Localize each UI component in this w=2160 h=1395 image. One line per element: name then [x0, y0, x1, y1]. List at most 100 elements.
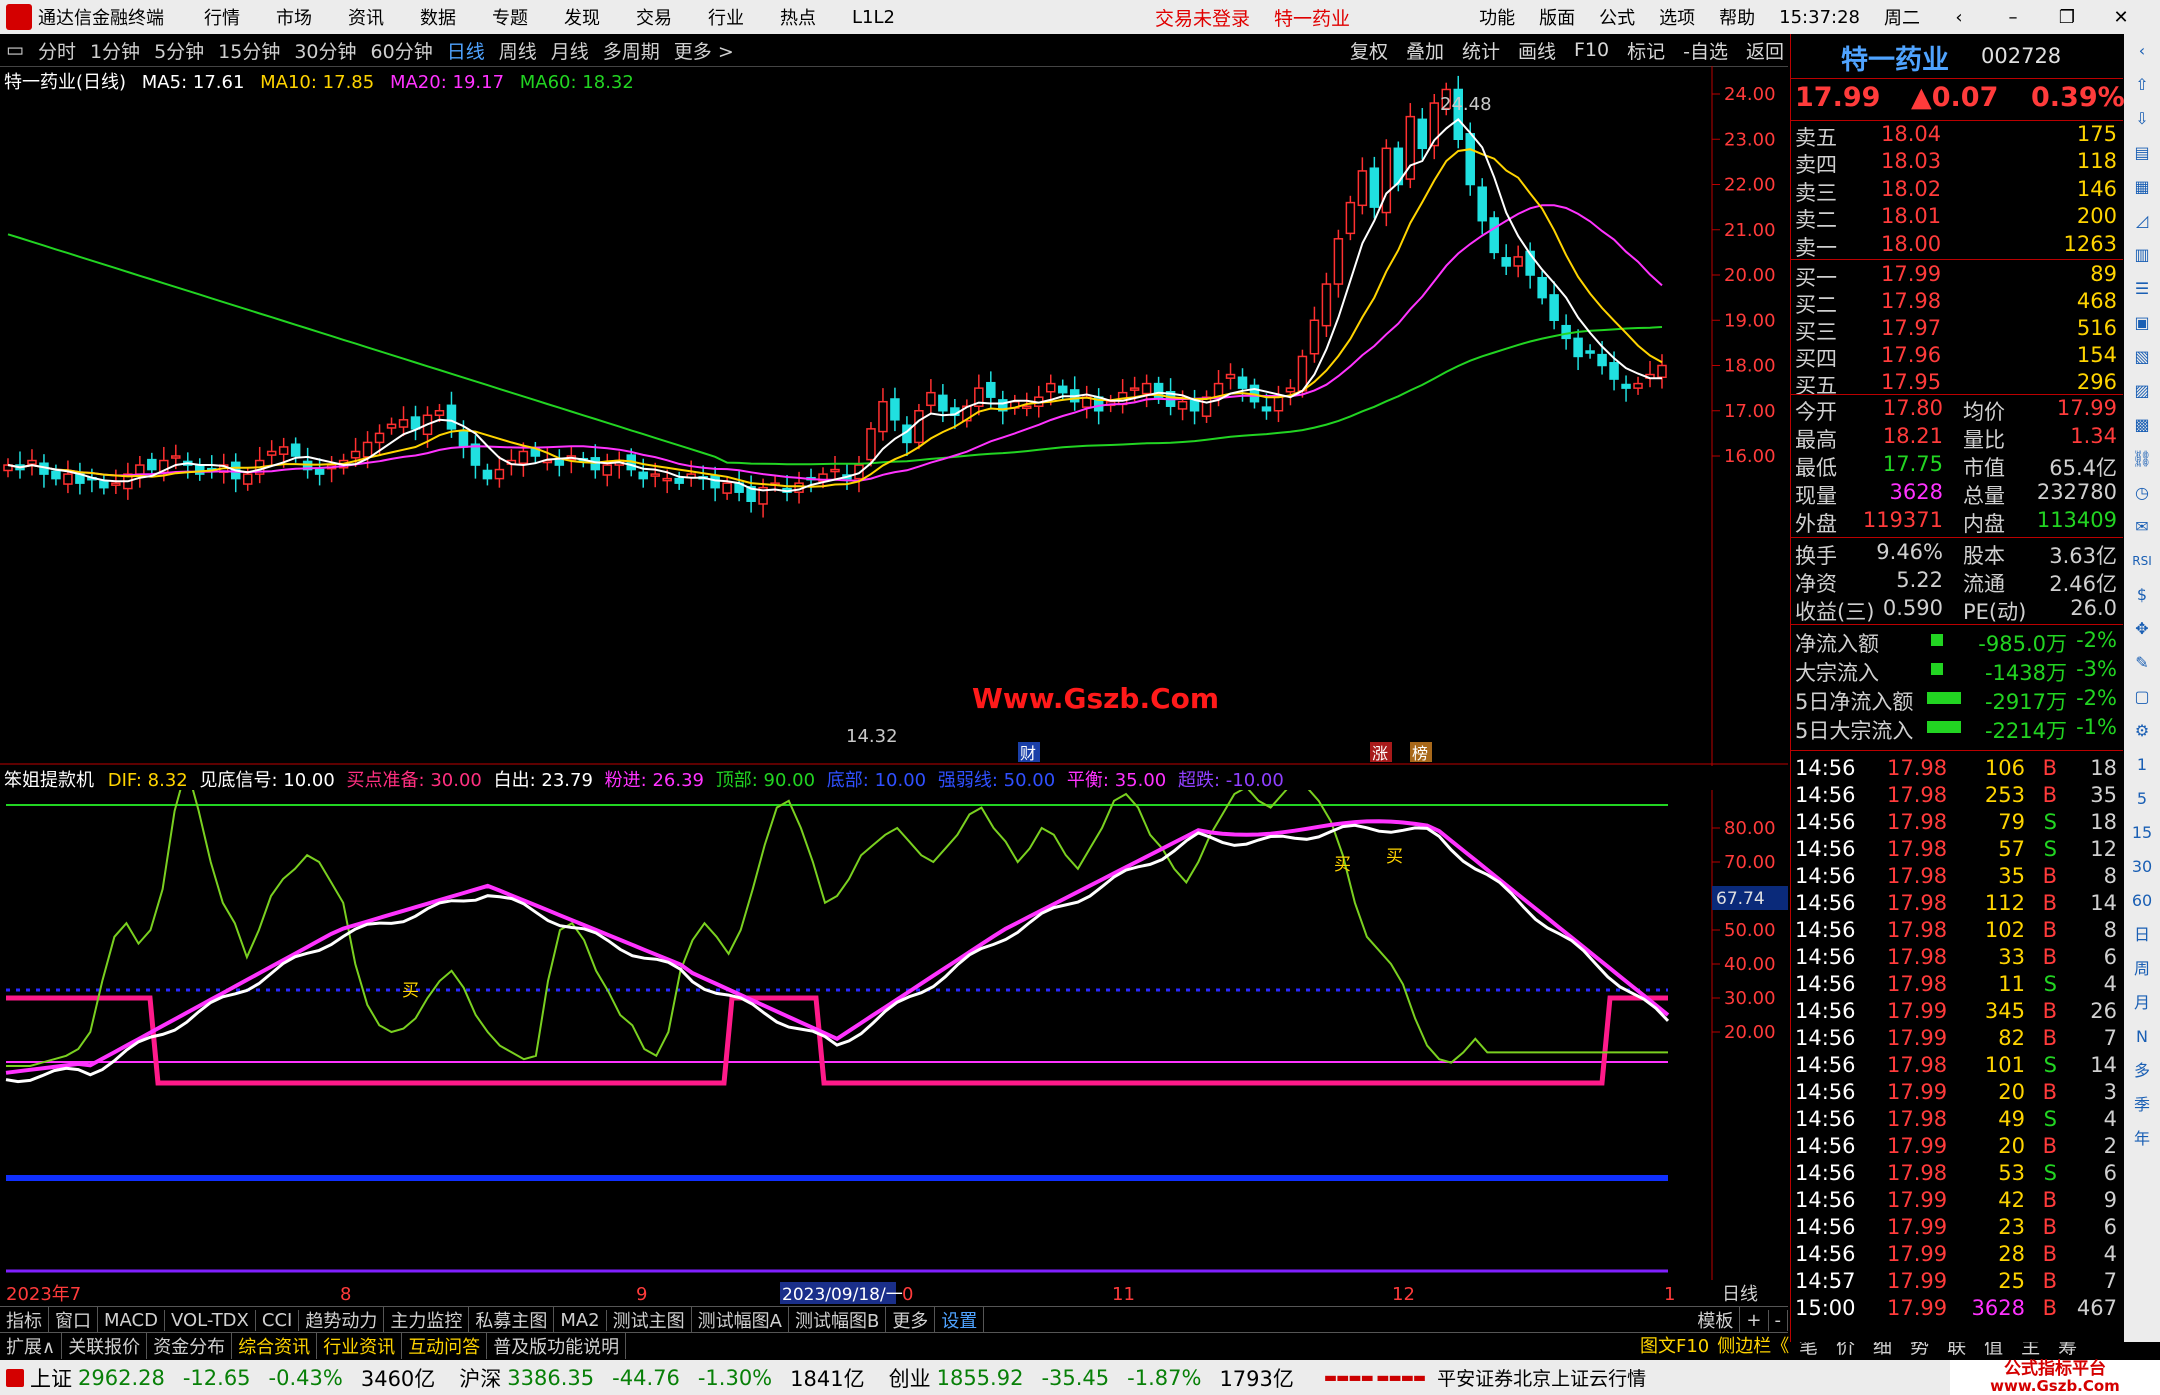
- btn-fanhui[interactable]: 返回: [1746, 37, 1784, 64]
- sidebar-cross-icon[interactable]: ✥: [2124, 612, 2160, 646]
- tab-fund-distribution[interactable]: 资金分布: [147, 1333, 233, 1359]
- tab-ceshifutu-a[interactable]: 测试幅图A: [692, 1307, 789, 1333]
- sidebar-period-year[interactable]: 年: [2124, 1122, 2160, 1156]
- tab-industry-news[interactable]: 行业资讯: [317, 1333, 403, 1359]
- tab-ma2[interactable]: MA2: [554, 1309, 607, 1331]
- toolbar-menu-icon[interactable]: ▭: [6, 39, 24, 61]
- sz-index-name[interactable]: 沪深: [459, 1363, 501, 1393]
- tab-qa[interactable]: 互动问答: [402, 1333, 488, 1359]
- cy-index-name[interactable]: 创业: [889, 1363, 931, 1393]
- menu-item-banmian[interactable]: 版面: [1539, 4, 1575, 30]
- sidebar-doc-icon[interactable]: ▧: [2124, 340, 2160, 374]
- btn-fuquan[interactable]: 复权: [1350, 37, 1388, 64]
- limitup-badge[interactable]: 涨: [1372, 744, 1388, 763]
- menu-item-shichang[interactable]: 市场: [276, 4, 312, 30]
- menu-item-hangqing[interactable]: 行情: [204, 4, 240, 30]
- trade-status-link[interactable]: 交易未登录: [1155, 4, 1250, 31]
- restore-icon[interactable]: ❐: [2052, 7, 2082, 28]
- sh-index-name[interactable]: 上证: [30, 1363, 72, 1393]
- sidebar-period-day[interactable]: 日: [2124, 918, 2160, 952]
- period-1min[interactable]: 1分钟: [90, 37, 140, 64]
- sidebar-settings-icon[interactable]: ⚙: [2124, 714, 2160, 748]
- sidebar-f2-icon[interactable]: ▩: [2124, 408, 2160, 442]
- sidebar-collapse-icon[interactable]: ‹: [2124, 34, 2160, 68]
- sidebar-money-icon[interactable]: $: [2124, 578, 2160, 612]
- sidebar-min-5[interactable]: 5: [2124, 782, 2160, 816]
- finance-badge[interactable]: 财: [1020, 744, 1036, 763]
- sidebar-clock-icon[interactable]: ◷: [2124, 476, 2160, 510]
- btn-tongji[interactable]: 统计: [1462, 37, 1500, 64]
- period-15min[interactable]: 15分钟: [218, 37, 280, 64]
- btn-zixuan[interactable]: -自选: [1683, 37, 1728, 64]
- sidebar-down-icon[interactable]: ⇩: [2124, 102, 2160, 136]
- sidebar-period-season[interactable]: 季: [2124, 1088, 2160, 1122]
- tab-cci[interactable]: CCI: [256, 1309, 300, 1331]
- menu-item-zixun[interactable]: 资讯: [348, 4, 384, 30]
- period-5min[interactable]: 5分钟: [154, 37, 204, 64]
- sidebar-period-n[interactable]: N: [2124, 1020, 2160, 1054]
- tab-qushidongli[interactable]: 趋势动力: [299, 1307, 385, 1333]
- sidebar-box-icon[interactable]: ▨: [2124, 374, 2160, 408]
- btn-f10[interactable]: F10: [1574, 39, 1609, 61]
- menu-item-gongshi[interactable]: 公式: [1599, 4, 1635, 30]
- sidebar-min-1[interactable]: 1: [2124, 748, 2160, 782]
- menu-item-faxian[interactable]: 发现: [564, 4, 600, 30]
- sidebar-line-icon[interactable]: ◿: [2124, 204, 2160, 238]
- menu-item-bangzhu[interactable]: 帮助: [1719, 4, 1755, 30]
- indicator-chart[interactable]: 80.0070.0060.0050.0040.0030.0020.00 买 买 …: [0, 790, 1788, 1280]
- tab-settings[interactable]: 设置: [935, 1307, 985, 1333]
- minimize-icon[interactable]: –: [1998, 7, 2028, 28]
- menu-item-l1l2[interactable]: L1L2: [852, 7, 895, 28]
- btn-huaxian[interactable]: 画线: [1518, 37, 1556, 64]
- candlestick-chart[interactable]: 24.00 23.00 22.00 21.00 20.00 19.00 18.00 17.00…: [0, 66, 1788, 766]
- tab-zhibiao[interactable]: 指标: [0, 1307, 49, 1333]
- tab-expand[interactable]: 扩展∧: [0, 1333, 63, 1359]
- period-60min[interactable]: 60分钟: [371, 37, 433, 64]
- period-30min[interactable]: 30分钟: [294, 37, 356, 64]
- sidebar-chain-icon[interactable]: ⛓: [2124, 442, 2160, 476]
- tab-more[interactable]: 更多: [886, 1307, 936, 1333]
- menu-item-gongneng[interactable]: 功能: [1479, 4, 1515, 30]
- period-week[interactable]: 周线: [499, 37, 537, 64]
- sidebar-min-30[interactable]: 30: [2124, 850, 2160, 884]
- sidebar-grid-icon[interactable]: ▦: [2124, 170, 2160, 204]
- menu-item-xuanxiang[interactable]: 选项: [1659, 4, 1695, 30]
- sidebar-period-month[interactable]: 月: [2124, 986, 2160, 1020]
- menu-item-zhuanti[interactable]: 专题: [492, 4, 528, 30]
- period-month[interactable]: 月线: [551, 37, 589, 64]
- tab-f10-text[interactable]: 图文F10: [1636, 1332, 1713, 1358]
- sidebar-pen-icon[interactable]: ✎: [2124, 646, 2160, 680]
- btn-diejia[interactable]: 叠加: [1406, 37, 1444, 64]
- tab-chuangkou[interactable]: 窗口: [49, 1307, 98, 1333]
- sidebar-f10-icon[interactable]: ▣: [2124, 306, 2160, 340]
- sidebar-list-icon[interactable]: ☰: [2124, 272, 2160, 306]
- tab-macd[interactable]: MACD: [98, 1309, 165, 1331]
- menu-item-hangye[interactable]: 行业: [708, 4, 744, 30]
- period-multi[interactable]: 多周期: [603, 37, 660, 64]
- tab-vol-tdx[interactable]: VOL-TDX: [165, 1309, 256, 1331]
- menu-item-shuju[interactable]: 数据: [420, 4, 456, 30]
- sidebar-rsi-icon[interactable]: RSI: [2124, 544, 2160, 578]
- period-more[interactable]: 更多 >: [674, 37, 734, 64]
- tab-related-quotes[interactable]: 关联报价: [62, 1333, 148, 1359]
- menu-item-redian[interactable]: 热点: [780, 4, 816, 30]
- tab-sidebar-toggle[interactable]: 侧边栏《: [1713, 1332, 1793, 1358]
- close-icon[interactable]: ✕: [2106, 7, 2136, 28]
- sidebar-chart-icon[interactable]: ▤: [2124, 136, 2160, 170]
- tab-simuzhutu[interactable]: 私募主图: [469, 1307, 555, 1333]
- ranking-badge[interactable]: 榜: [1412, 744, 1428, 763]
- tab-ceshifutu-b[interactable]: 测试幅图B: [789, 1307, 887, 1333]
- tab-ceshizhutu[interactable]: 测试主图: [607, 1307, 692, 1333]
- indicator-name[interactable]: 笨姐提款机: [4, 770, 94, 791]
- btn-biaoji[interactable]: 标记: [1627, 37, 1665, 64]
- tab-basic-guide[interactable]: 普及版功能说明: [487, 1333, 627, 1359]
- sidebar-up-icon[interactable]: ⇧: [2124, 68, 2160, 102]
- tab-zhulijiankong[interactable]: 主力监控: [384, 1307, 470, 1333]
- sidebar-period-week[interactable]: 周: [2124, 952, 2160, 986]
- back-icon[interactable]: ‹: [1944, 7, 1974, 28]
- sidebar-min-15[interactable]: 15: [2124, 816, 2160, 850]
- tab-minus[interactable]: -: [1769, 1309, 1788, 1331]
- sidebar-min-60[interactable]: 60: [2124, 884, 2160, 918]
- sidebar-kline-icon[interactable]: ▥: [2124, 238, 2160, 272]
- period-day[interactable]: 日线: [447, 37, 485, 64]
